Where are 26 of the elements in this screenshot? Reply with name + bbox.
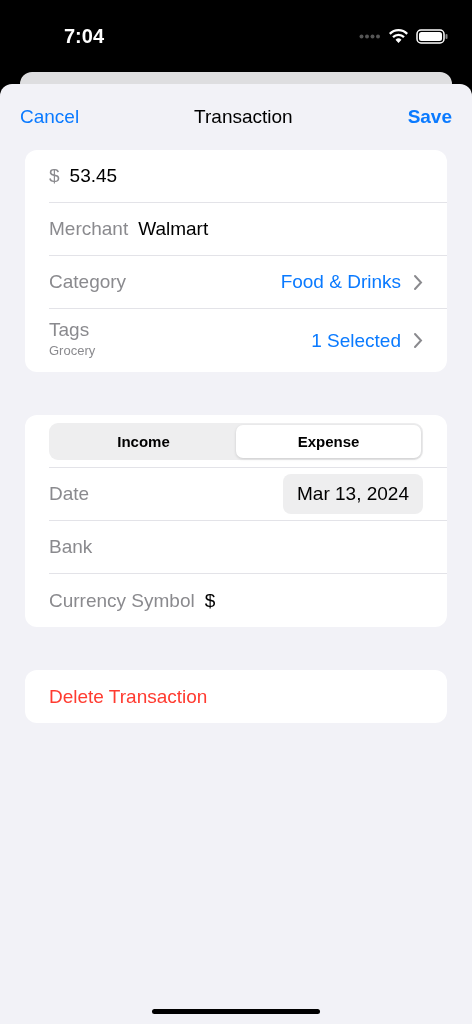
segment-tab[interactable]: Expense xyxy=(236,424,421,458)
currency-prefix: $ xyxy=(49,165,60,187)
field-label: Currency Symbol xyxy=(49,589,195,612)
date-picker-button[interactable]: Mar 13, 2024 xyxy=(283,474,423,514)
segment-tab[interactable]: Income xyxy=(51,424,236,458)
cancel-button[interactable]: Cancel xyxy=(20,106,80,128)
field-subtitle: Grocery xyxy=(49,343,96,358)
field-label: Bank xyxy=(49,536,93,558)
status-time: 7:04 xyxy=(64,24,105,48)
field-label: Category xyxy=(49,271,127,293)
chevron-icon xyxy=(413,332,423,349)
save-button[interactable]: Save xyxy=(407,106,452,128)
sheet-title: Transaction xyxy=(194,106,293,128)
picker-link[interactable]: 1 Selected xyxy=(311,329,423,352)
chevron-icon xyxy=(413,273,423,291)
field-label: Tags xyxy=(49,319,91,341)
text-field[interactable]: $ xyxy=(204,589,423,612)
battery-icon xyxy=(416,28,448,44)
text-field[interactable]: Walmart xyxy=(138,218,423,240)
field-label: Date xyxy=(49,483,90,505)
delete-button[interactable]: Delete Transaction xyxy=(49,685,208,708)
wifi-icon xyxy=(389,29,408,43)
picker-link[interactable]: Food & Drinks xyxy=(280,271,423,293)
signal-icon xyxy=(359,33,381,39)
amount-field[interactable]: 53.45 xyxy=(69,165,423,187)
field-label: Merchant xyxy=(49,218,129,240)
